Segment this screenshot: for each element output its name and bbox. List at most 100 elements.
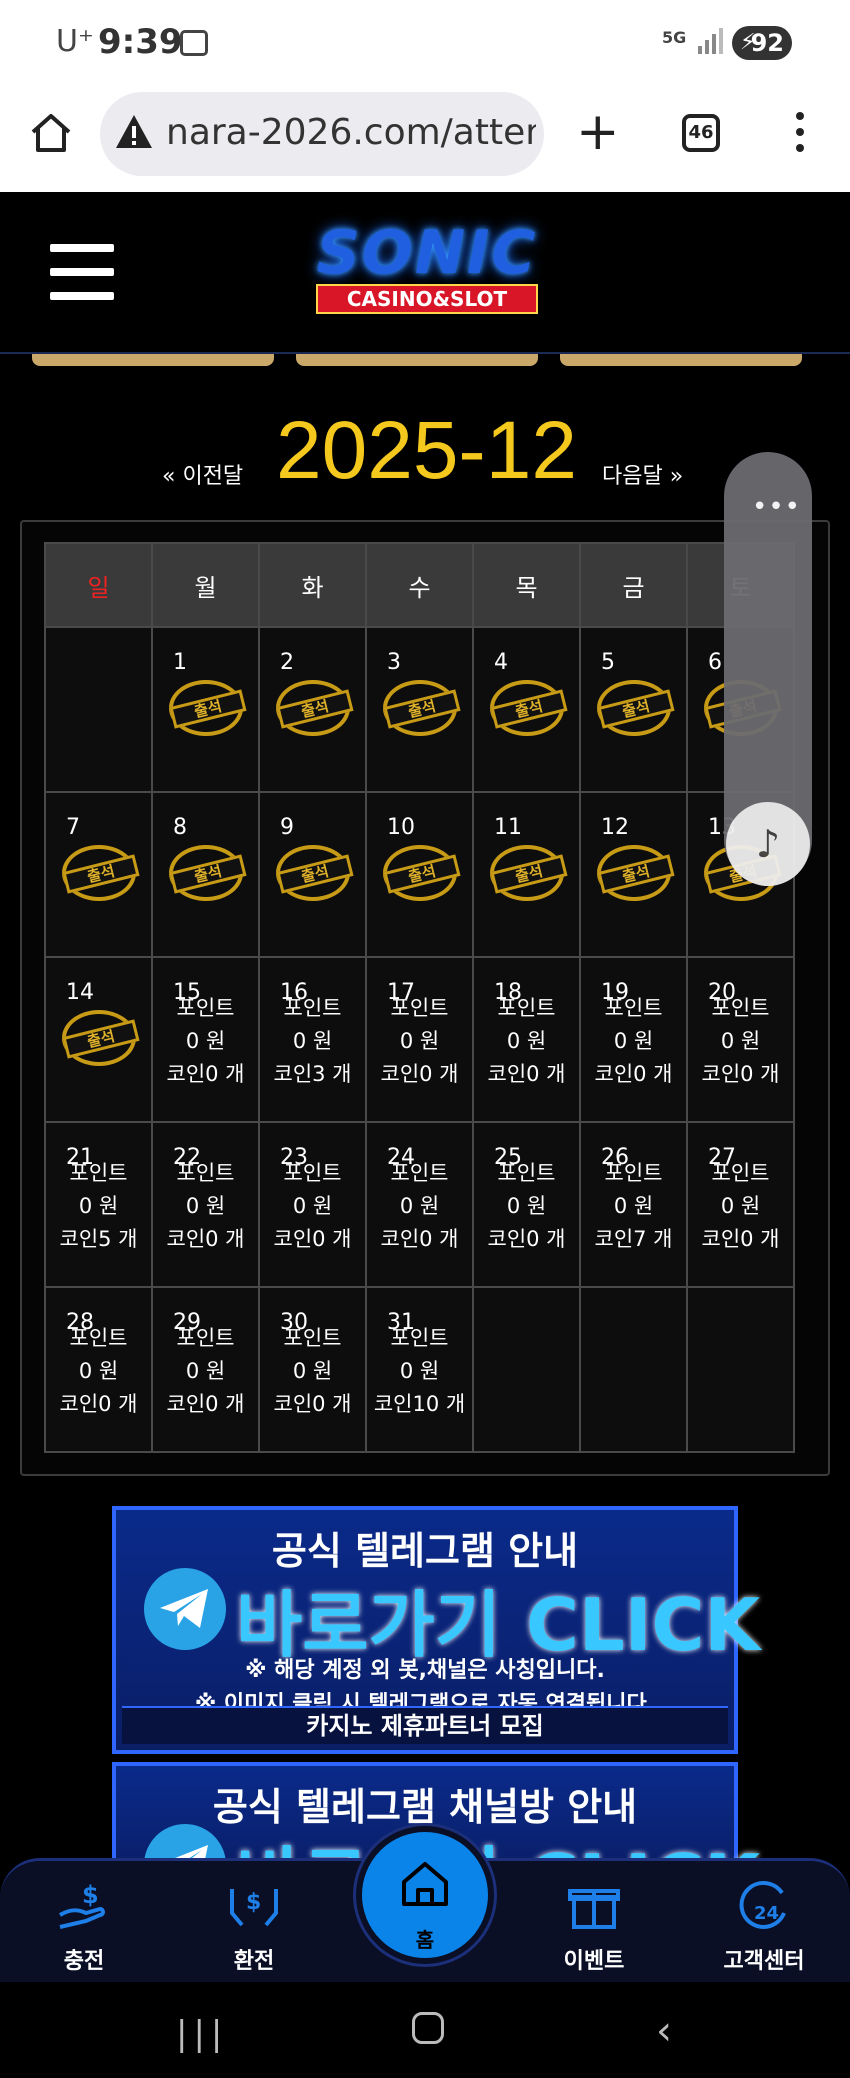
points-value: 0 원 <box>292 1194 333 1218</box>
nav-label: 충전 <box>63 1949 105 1974</box>
calendar-table: 일 월 화 수 목 금 토 1 출석 2 출석 3 출석 4 출석 5 출석 6 출석 7 출석 8 출석 9 출… <box>44 542 795 1453</box>
calendar-day-cell[interactable]: 15 포인트 0 원 코인0 개 <box>151 956 260 1123</box>
more-options-icon[interactable]: ••• <box>752 492 801 522</box>
calendar-day-cell[interactable]: 26 포인트 0 원 코인7 개 <box>579 1121 688 1288</box>
nav-event[interactable]: 이벤트 <box>534 1879 654 1975</box>
coin-value: 코인0 개 <box>380 1227 459 1251</box>
calendar-day-cell[interactable]: 10 출석 <box>365 791 474 958</box>
calendar-day-cell[interactable]: 14 출석 <box>44 956 153 1123</box>
prev-month-link[interactable]: « 이전달 <box>162 458 243 490</box>
home-icon <box>402 1862 448 1906</box>
stamp-label: 출석 <box>383 689 461 729</box>
telegram-banner[interactable]: 공식 텔레그램 안내 바로가기 CLICK ※ 해당 계정 외 봇,채널은 사칭… <box>112 1506 760 1754</box>
day-reward-info: 포인트 0 원 코인0 개 <box>474 1157 579 1256</box>
attendance-stamp-icon: 출석 <box>276 680 354 736</box>
recent-apps-icon[interactable]: ||| <box>176 2014 228 2054</box>
calendar-day-cell[interactable]: 23 포인트 0 원 코인0 개 <box>258 1121 367 1288</box>
calendar-day-cell[interactable]: 18 포인트 0 원 코인0 개 <box>472 956 581 1123</box>
day-number: 8 <box>173 815 187 840</box>
coin-value: 코인0 개 <box>166 1062 245 1086</box>
calendar-day-cell[interactable]: 21 포인트 0 원 코인5 개 <box>44 1121 153 1288</box>
overflow-menu-icon[interactable] <box>790 112 810 156</box>
calendar-day-cell[interactable]: 5 출석 <box>579 626 688 793</box>
nav-home-button[interactable]: 홈 <box>356 1826 494 1964</box>
points-value: 0 원 <box>720 1194 761 1218</box>
support-24-icon: 24 <box>739 1880 786 1929</box>
stamp-label: 출석 <box>597 854 675 894</box>
day-reward-info: 포인트 0 원 코인10 개 <box>367 1322 472 1421</box>
calendar-day-cell[interactable]: 8 출석 <box>151 791 260 958</box>
points-label: 포인트 <box>497 996 556 1020</box>
day-reward-info: 포인트 0 원 코인7 개 <box>581 1157 686 1256</box>
points-label: 포인트 <box>69 1326 128 1350</box>
calendar-day-cell[interactable]: 27 포인트 0 원 코인0 개 <box>686 1121 795 1288</box>
calendar-day-cell[interactable]: 12 출석 <box>579 791 688 958</box>
calendar-day-cell[interactable]: 2 출석 <box>258 626 367 793</box>
nav-support[interactable]: 24 고객센터 <box>704 1879 824 1975</box>
telegram-icon <box>144 1568 226 1650</box>
calendar-day-cell[interactable]: 1 출석 <box>151 626 260 793</box>
coin-value: 코인7 개 <box>594 1227 673 1251</box>
calendar-day-cell[interactable]: 19 포인트 0 원 코인0 개 <box>579 956 688 1123</box>
calendar-day-cell[interactable]: 30 포인트 0 원 코인0 개 <box>258 1286 367 1453</box>
svg-text:$: $ <box>246 1890 261 1915</box>
calendar-day-cell[interactable]: 4 출석 <box>472 626 581 793</box>
day-reward-info: 포인트 0 원 코인0 개 <box>153 992 258 1091</box>
day-number: 6 <box>708 650 722 675</box>
stamp-label: 출석 <box>62 854 140 894</box>
weekday-header: 목 <box>472 542 581 628</box>
calendar-day-cell[interactable]: 9 출석 <box>258 791 367 958</box>
calendar-day-cell[interactable]: 29 포인트 0 원 코인0 개 <box>151 1286 260 1453</box>
calendar-day-cell[interactable]: 20 포인트 0 원 코인0 개 <box>686 956 795 1123</box>
nav-charge[interactable]: $ 충전 <box>24 1879 144 1975</box>
weekday-header: 화 <box>258 542 367 628</box>
menu-tab-edge[interactable] <box>560 354 802 366</box>
music-note-icon[interactable]: ♪ <box>726 802 810 886</box>
coin-value: 코인0 개 <box>701 1062 780 1086</box>
coin-value: 코인0 개 <box>487 1227 566 1251</box>
site-logo[interactable]: SONIC CASINO&SLOT <box>292 222 562 322</box>
nav-label: 이벤트 <box>563 1949 625 1974</box>
calendar-day-cell[interactable]: 11 출석 <box>472 791 581 958</box>
new-tab-icon[interactable]: + <box>576 106 620 158</box>
calendar-day-cell[interactable]: 22 포인트 0 원 코인0 개 <box>151 1121 260 1288</box>
calendar-day-cell[interactable]: 28 포인트 0 원 코인0 개 <box>44 1286 153 1453</box>
coin-value: 코인10 개 <box>373 1392 466 1416</box>
home-icon[interactable] <box>28 110 74 156</box>
calendar-day-cell[interactable]: 25 포인트 0 원 코인0 개 <box>472 1121 581 1288</box>
weekday-header-row: 일 월 화 수 목 금 토 <box>44 542 795 628</box>
nav-exchange[interactable]: $ 환전 <box>194 1879 314 1975</box>
day-number: 9 <box>280 815 294 840</box>
calendar-week-row: 14 출석 15 포인트 0 원 코인0 개 16 포인트 0 원 코인3 개 17 포인트 0 원 코인… <box>44 956 795 1123</box>
url-text[interactable]: nara-2026.com/atten <box>166 112 536 153</box>
tab-switcher-button[interactable]: 46 <box>682 114 720 152</box>
attendance-stamp-icon: 출석 <box>490 845 568 901</box>
banner-strip: 카지노 제휴파트너 모집 <box>122 1706 728 1744</box>
calendar-day-cell[interactable]: 31 포인트 0 원 코인10 개 <box>365 1286 474 1453</box>
back-icon[interactable]: ‹ <box>656 2008 672 2054</box>
points-value: 0 원 <box>399 1359 440 1383</box>
calendar-day-cell[interactable]: 24 포인트 0 원 코인0 개 <box>365 1121 474 1288</box>
warning-icon[interactable] <box>114 112 154 152</box>
calendar-day-cell[interactable]: 3 출석 <box>365 626 474 793</box>
calendar-day-cell[interactable]: 7 출석 <box>44 791 153 958</box>
system-home-icon[interactable] <box>412 2012 444 2044</box>
hamburger-menu-icon[interactable] <box>50 244 114 300</box>
floating-side-widget[interactable]: ••• ♪ <box>724 452 812 886</box>
points-label: 포인트 <box>604 996 663 1020</box>
menu-tab-edge[interactable] <box>32 354 274 366</box>
address-bar[interactable]: nara-2026.com/atten <box>100 92 544 176</box>
calendar-day-cell[interactable]: 16 포인트 0 원 코인3 개 <box>258 956 367 1123</box>
next-month-link[interactable]: 다음달 » <box>602 458 683 490</box>
attendance-stamp-icon: 출석 <box>490 680 568 736</box>
menu-tab-edge[interactable] <box>296 354 538 366</box>
calendar-day-cell[interactable]: 17 포인트 0 원 코인0 개 <box>365 956 474 1123</box>
battery-indicator: ⚡ 92 <box>732 26 792 60</box>
day-number: 3 <box>387 650 401 675</box>
stamp-label: 출석 <box>276 854 354 894</box>
month-title: 2025-12 <box>276 405 577 496</box>
calendar-week-row: 7출석8출석9출석10출석11출석12출석13출석 <box>44 791 795 958</box>
points-value: 0 원 <box>399 1194 440 1218</box>
points-label: 포인트 <box>69 1161 128 1185</box>
day-reward-info: 포인트 0 원 코인0 개 <box>46 1322 151 1421</box>
